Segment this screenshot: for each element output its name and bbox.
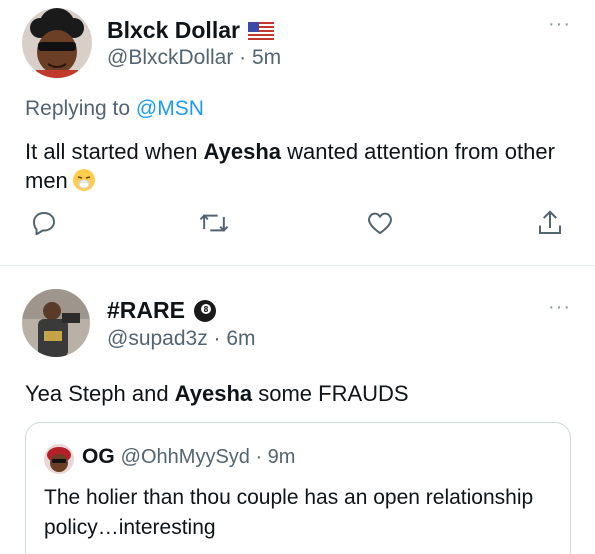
tweet-text-bold: Ayesha xyxy=(174,381,253,406)
replying-prefix: Replying to xyxy=(25,97,136,120)
avatar-photo-icon xyxy=(22,289,90,357)
avatar[interactable] xyxy=(22,289,90,357)
more-options-icon[interactable]: ··· xyxy=(548,297,571,317)
share-icon xyxy=(539,210,561,234)
more-options-icon[interactable]: ··· xyxy=(548,14,571,34)
tweet-text-bold: Ayesha xyxy=(203,139,281,164)
sneezing-face-icon xyxy=(72,169,95,191)
display-name[interactable]: Blxck Dollar xyxy=(107,17,240,44)
tweet-actions xyxy=(0,206,595,246)
reply-icon xyxy=(33,212,55,236)
quoted-avatar xyxy=(44,444,74,474)
quoted-text: The holier than thou couple has an open … xyxy=(44,486,534,539)
quoted-tweet[interactable]: OG @OhhMyySyd · 9m The holier than thou … xyxy=(25,422,571,554)
name-row: Blxck Dollar xyxy=(107,17,274,44)
display-name[interactable]: #RARE xyxy=(107,297,185,324)
quoted-name-row: OG @OhhMyySyd · 9m xyxy=(82,445,295,469)
tweet-text-part: Yea Steph and xyxy=(25,381,175,406)
tweet-rare[interactable]: #RARE 8 @supad3z · 6m ··· Yea Steph and … xyxy=(0,267,595,554)
tweet-blxck-dollar[interactable]: Blxck Dollar @BlxckDollar · 5m ··· Reply… xyxy=(0,0,595,266)
quoted-handle-timestamp: @OhhMyySyd · 9m xyxy=(120,446,296,468)
reply-button[interactable] xyxy=(27,206,61,240)
retweet-button[interactable] xyxy=(197,206,231,240)
mention-link[interactable]: @MSN xyxy=(136,97,204,120)
avatar[interactable] xyxy=(22,8,92,78)
handle-timestamp[interactable]: @BlxckDollar · 5m xyxy=(107,46,281,70)
avatar-cartoon-icon xyxy=(22,8,92,78)
share-button[interactable] xyxy=(533,206,567,240)
avatar-cartoon-icon xyxy=(44,444,74,474)
like-icon xyxy=(368,212,392,234)
tweet-text-part: It all started when xyxy=(25,139,204,164)
retweet-icon xyxy=(199,214,229,232)
like-button[interactable] xyxy=(363,206,397,240)
tweet-text: It all started when Ayesha wanted attent… xyxy=(25,137,565,195)
us-flag-icon xyxy=(247,21,274,40)
quoted-display-name: OG xyxy=(82,445,115,468)
replying-to: Replying to @MSN xyxy=(25,97,204,121)
handle-timestamp[interactable]: @supad3z · 6m xyxy=(107,327,256,351)
8-ball-icon: 8 xyxy=(193,299,216,322)
name-row: #RARE 8 xyxy=(107,297,217,324)
tweet-text: Yea Steph and Ayesha some FRAUDS xyxy=(25,379,565,408)
svg-text:8: 8 xyxy=(204,305,209,314)
tweet-text-part: some FRAUDS xyxy=(252,381,409,406)
